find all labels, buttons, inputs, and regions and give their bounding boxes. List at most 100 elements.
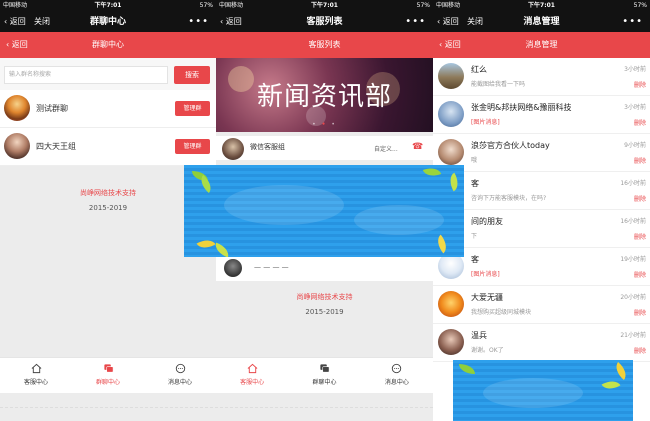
message-list-item[interactable]: 温兵 谢谢。OK了 21小时前 删除 — [433, 324, 650, 362]
tab-message-center[interactable]: 消息中心 — [144, 358, 216, 393]
more-icon[interactable]: ••• — [405, 12, 426, 32]
manage-group-button[interactable]: 管理群 — [175, 101, 210, 116]
message-time: 19小时前 — [620, 256, 646, 263]
user-avatar-icon — [438, 139, 464, 165]
battery-label: 57% — [633, 2, 647, 9]
message-time: 16小时前 — [620, 218, 646, 225]
delete-button[interactable]: 删除 — [634, 270, 646, 279]
sub-header: ‹ 返回 消息管理 — [433, 32, 650, 58]
service-name: — — — — — [254, 263, 289, 271]
wechat-navbar: ‹ 返回 关闭 消息管理 ••• — [433, 12, 650, 32]
manage-group-button[interactable]: 管理群 — [175, 139, 210, 154]
sub-header-title: 群聊中心 — [92, 40, 124, 49]
tab-service-center[interactable]: 客服中心 — [216, 358, 288, 393]
tab-label: 群聊中心 — [312, 379, 337, 386]
divider — [0, 407, 433, 408]
message-time: 20小时前 — [620, 294, 646, 301]
delete-button[interactable]: 删除 — [634, 194, 646, 203]
search-input[interactable]: 输入群名称搜索 — [4, 66, 168, 84]
message-icon — [392, 363, 402, 374]
sender-name: 间的朋友 — [471, 217, 503, 226]
clock-label: 下午7:01 — [528, 2, 555, 9]
chat-group-icon — [320, 364, 330, 373]
carousel-dots[interactable]: • • • — [216, 121, 433, 128]
more-icon[interactable]: ••• — [622, 12, 643, 32]
sub-header: 客服列表 — [216, 32, 433, 58]
group-list-item[interactable]: 测试群聊 管理群 — [0, 90, 216, 128]
message-preview: 我想购买超级同城模块 — [471, 309, 532, 316]
sender-name: 温兵 — [471, 331, 487, 340]
delete-button[interactable]: 删除 — [634, 80, 646, 89]
popup-overlay[interactable] — [453, 360, 633, 421]
headset-icon[interactable]: ☎ — [412, 142, 423, 152]
delete-button[interactable]: 删除 — [634, 118, 646, 127]
page-title: 客服列表 — [306, 17, 343, 27]
sender-name: 客 — [471, 179, 479, 188]
banner-image[interactable]: 新闻资讯部 • • • — [216, 58, 433, 132]
status-bar: 中国移动 下午7:01 57% — [0, 0, 216, 12]
message-time: 3小时前 — [624, 66, 646, 73]
message-preview: 谢谢。OK了 — [471, 347, 504, 354]
message-list-item[interactable]: 张金明&邦扶网络&豫丽科技 [图片消息] 3小时前 删除 — [433, 96, 650, 134]
search-row: 输入群名称搜索 搜索 — [0, 58, 216, 90]
message-preview: 下 — [471, 233, 478, 240]
delete-button[interactable]: 删除 — [634, 308, 646, 317]
tab-label: 群聊中心 — [95, 379, 120, 386]
delete-button[interactable]: 删除 — [634, 346, 646, 355]
tab-bar: 客服中心 群聊中心 消息中心 — [216, 357, 433, 393]
tab-message-center[interactable]: 消息中心 — [361, 358, 433, 393]
message-icon — [175, 363, 185, 374]
message-list-item[interactable]: 间的朋友 下 16小时前 删除 — [433, 210, 650, 248]
message-time: 9小时前 — [624, 142, 646, 149]
message-list-item[interactable]: 红么 能截图给我看一下吗 3小时前 删除 — [433, 58, 650, 96]
message-list-item[interactable]: 客 咨询下万能客服模块，在吗? 16小时前 删除 — [433, 172, 650, 210]
service-list-item[interactable]: 微信客服组 自定义... ☎ — [216, 136, 433, 160]
tab-service-center[interactable]: 客服中心 — [0, 358, 72, 393]
home-icon — [31, 363, 41, 374]
tab-label: 消息中心 — [167, 379, 192, 386]
footer: 尚峥网络技术支持 2015-2019 — [216, 292, 433, 316]
message-list-item[interactable]: 客 [图片消息] 19小时前 删除 — [433, 248, 650, 286]
wechat-navbar: ‹ 返回 客服列表 ••• — [216, 12, 433, 32]
copyright-years: 2015-2019 — [305, 308, 344, 316]
clock-label: 下午7:01 — [94, 2, 122, 9]
message-preview: 能截图给我看一下吗 — [471, 81, 526, 88]
search-button[interactable]: 搜索 — [174, 66, 210, 84]
sender-name: 客 — [471, 255, 479, 264]
battery-label: 57% — [416, 2, 430, 9]
tab-group-center[interactable]: 群聊中心 — [288, 358, 360, 393]
message-list: 红么 能截图给我看一下吗 3小时前 删除 张金明&邦扶网络&豫丽科技 [图片消息… — [433, 58, 650, 362]
support-text: 尚峥网络技术支持 — [296, 293, 353, 301]
sub-header-title: 客服列表 — [308, 40, 341, 49]
status-bar: 中国移动 下午7:01 57% — [216, 0, 433, 12]
group-avatar-icon — [4, 133, 30, 159]
tab-label: 客服中心 — [240, 379, 265, 386]
message-preview: 哦 — [471, 157, 478, 164]
delete-button[interactable]: 删除 — [634, 232, 646, 241]
sub-header: ‹ 返回 群聊中心 — [0, 32, 216, 58]
home-icon — [247, 363, 258, 374]
group-list-item[interactable]: 四大天王组 管理群 — [0, 128, 216, 166]
message-time: 21小时前 — [620, 332, 646, 339]
tab-label: 消息中心 — [384, 379, 409, 386]
page-title: 消息管理 — [523, 17, 560, 27]
message-list-item[interactable]: 大爱无疆 我想购买超级同城模块 20小时前 删除 — [433, 286, 650, 324]
sender-name: 张金明&邦扶网络&豫丽科技 — [471, 103, 572, 112]
service-list-item[interactable]: — — — — — [216, 255, 433, 281]
sender-name: 红么 — [471, 65, 487, 74]
group-name: 四大天王组 — [36, 142, 76, 151]
delete-button[interactable]: 删除 — [634, 156, 646, 165]
message-management-screen: 中国移动 下午7:01 57% ‹ 返回 关闭 消息管理 ••• ‹ 返回 消息… — [433, 0, 650, 421]
sender-name: 大爱无疆 — [471, 293, 503, 302]
popup-overlay[interactable] — [184, 165, 464, 257]
service-name: 微信客服组 — [250, 143, 285, 151]
message-list-item[interactable]: 浪莎官方合伙人today 哦 9小时前 删除 — [433, 134, 650, 172]
wechat-navbar: ‹ 返回 关闭 群聊中心 ••• — [0, 12, 216, 32]
message-preview: [图片消息] — [471, 271, 500, 278]
service-avatar-icon — [222, 138, 244, 160]
tab-group-center[interactable]: 群聊中心 — [72, 358, 144, 393]
message-time: 16小时前 — [620, 180, 646, 187]
user-avatar-icon — [438, 291, 464, 317]
group-avatar-icon — [4, 95, 30, 121]
more-icon[interactable]: ••• — [188, 12, 209, 32]
